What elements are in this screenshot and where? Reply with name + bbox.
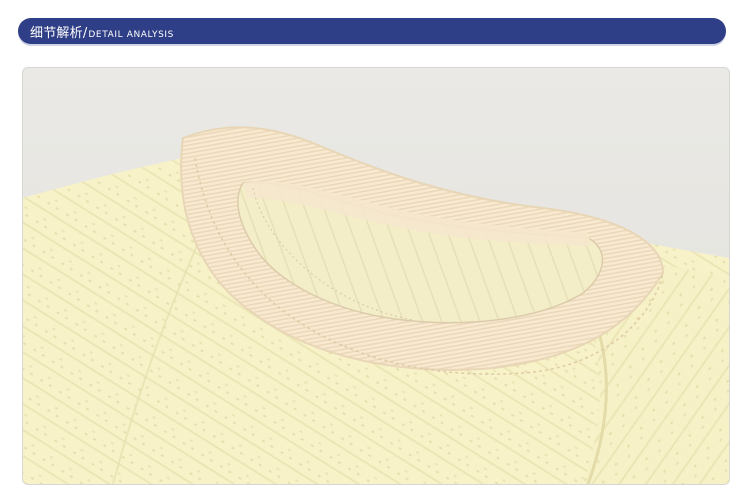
section-title-en: DETAIL ANALYSIS <box>88 29 174 40</box>
section-title-cn: 细节解析 <box>30 25 83 41</box>
product-detail-photo <box>22 67 730 485</box>
section-title-separator: / <box>82 25 88 41</box>
section-title: 细节解析/DETAIL ANALYSIS <box>30 22 174 41</box>
garment-illustration <box>23 68 729 484</box>
section-header-bar: 细节解析/DETAIL ANALYSIS <box>18 18 726 44</box>
